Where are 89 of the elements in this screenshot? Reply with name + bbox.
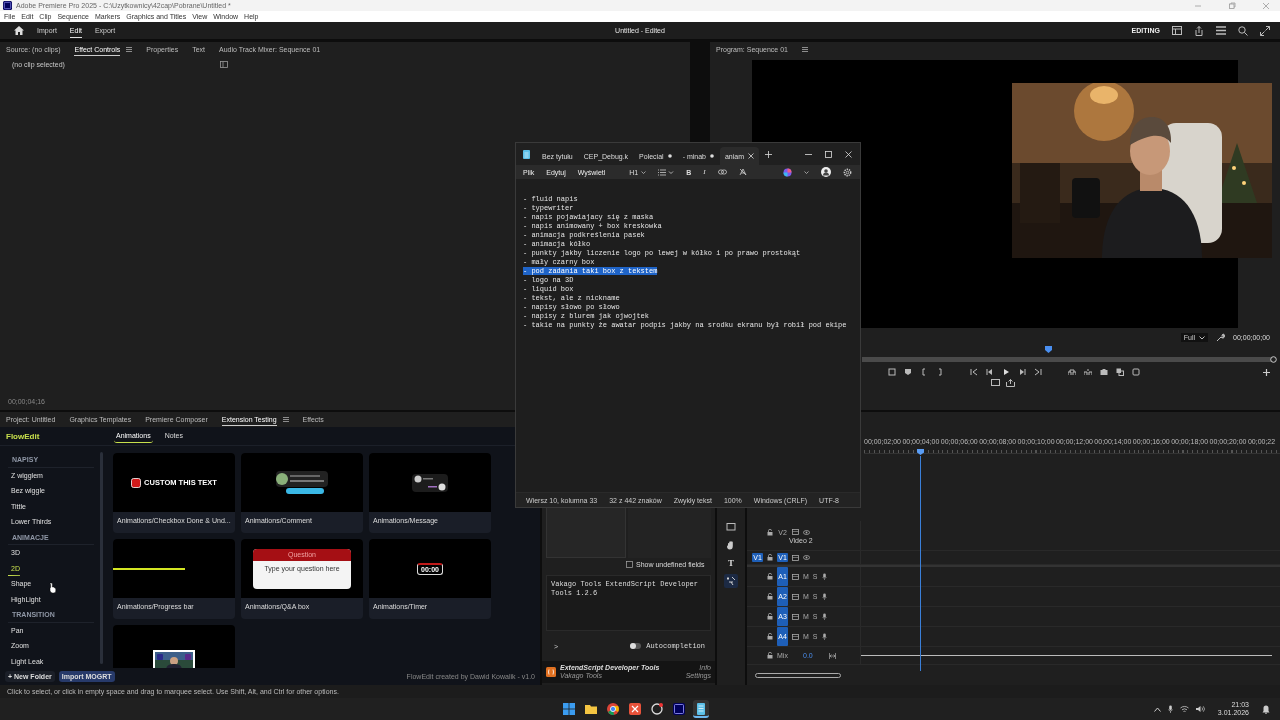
playhead-icon[interactable] [917,449,924,455]
type-tool[interactable]: T [726,556,736,570]
settings-icon[interactable] [843,167,852,177]
step-back-icon[interactable] [986,368,994,376]
lock-icon[interactable] [767,633,773,640]
caret-icon [641,170,647,174]
lift-icon[interactable] [1068,368,1076,376]
compare-icon[interactable] [1116,368,1124,376]
lock-icon[interactable] [767,593,773,600]
search-icon[interactable] [1238,25,1248,36]
chevron-up-icon[interactable] [1153,706,1161,712]
microphone-icon[interactable] [821,573,827,580]
playhead-icon[interactable] [1045,346,1052,353]
caret-icon [1199,335,1205,340]
film-icon[interactable] [792,593,799,600]
panel-layout-icon[interactable] [1172,26,1182,35]
checkbox-icon [131,477,142,488]
extract-icon[interactable] [1084,368,1092,376]
extension-logo-icon [546,667,556,677]
new-tab-icon[interactable] [765,150,773,158]
share-icon[interactable] [1194,25,1204,36]
list-dropdown-icon[interactable] [658,168,675,176]
safe-margins-icon[interactable] [991,379,1000,386]
cursor-icon [49,582,57,593]
menu-icon[interactable] [1216,26,1226,35]
scrollbar[interactable] [755,672,841,678]
marker-icon[interactable] [904,368,912,376]
export-frame-icon[interactable] [1006,379,1015,387]
add-marker-icon[interactable] [888,368,896,376]
lock-icon[interactable] [767,528,773,536]
checkbox[interactable] [626,561,633,568]
toggle-switch[interactable] [630,643,642,649]
mark-in-icon[interactable] [920,368,928,376]
mark-out-icon[interactable] [936,368,944,376]
end-icon[interactable] [829,652,836,659]
panel-toggle-icon[interactable] [220,61,228,68]
film-icon[interactable] [792,573,799,580]
panel-menu-icon[interactable] [282,417,289,422]
scrub-end-handle[interactable] [1270,356,1277,363]
scrollbar[interactable] [100,452,103,664]
panel-menu-icon[interactable] [802,47,808,52]
account-icon[interactable] [821,167,831,177]
app-logo: FlowEdit [5,431,41,441]
comment-drawing [274,468,330,497]
chat-drawing [410,471,450,494]
lock-icon[interactable] [767,573,773,580]
microphone-icon[interactable] [821,633,827,640]
rectangle-tool-icon[interactable] [724,520,738,534]
proxy-icon[interactable] [1132,368,1140,376]
app-icon [3,1,12,10]
lock-icon[interactable] [767,554,773,561]
progress-line [113,567,185,570]
clear-format-icon[interactable] [738,168,747,176]
browser-icon[interactable] [605,700,621,718]
wrench-icon[interactable] [1216,333,1225,342]
lock-icon[interactable] [767,652,773,659]
volume-icon[interactable] [1195,705,1205,713]
microphone-icon[interactable] [1167,705,1173,713]
film-icon[interactable] [792,613,799,620]
app-icon[interactable] [649,700,665,718]
step-forward-icon[interactable] [1018,368,1026,376]
notepad-app-icon[interactable] [693,700,709,718]
caret-icon[interactable] [804,170,809,174]
link-icon[interactable] [717,169,727,175]
lock-icon[interactable] [767,613,773,620]
eye-icon[interactable] [803,529,810,535]
track-select-tool-icon[interactable] [724,574,738,588]
microphone-icon[interactable] [821,593,827,600]
go-to-in-icon[interactable] [970,368,978,376]
app-icon[interactable] [627,700,643,718]
network-icon[interactable] [1179,705,1189,713]
film-icon[interactable] [792,554,799,561]
maximize-icon[interactable] [825,150,832,158]
microphone-icon[interactable] [821,613,827,620]
notepad-icon [523,149,530,159]
add-button-icon[interactable] [1263,368,1270,376]
go-to-out-icon[interactable] [1034,368,1042,376]
film-icon[interactable] [792,633,799,640]
windows-icon[interactable] [561,700,577,718]
panel-menu-icon[interactable] [126,47,133,52]
premiere-app-icon[interactable] [671,700,687,718]
film-icon[interactable] [792,529,799,535]
notification-icon[interactable] [1262,704,1270,714]
eye-icon[interactable] [803,555,810,560]
home-icon[interactable] [14,26,24,35]
play-icon[interactable] [1002,368,1010,376]
fullscreen-icon[interactable] [1260,25,1270,36]
camera-icon[interactable] [1100,368,1108,376]
copilot-icon[interactable] [783,167,792,177]
